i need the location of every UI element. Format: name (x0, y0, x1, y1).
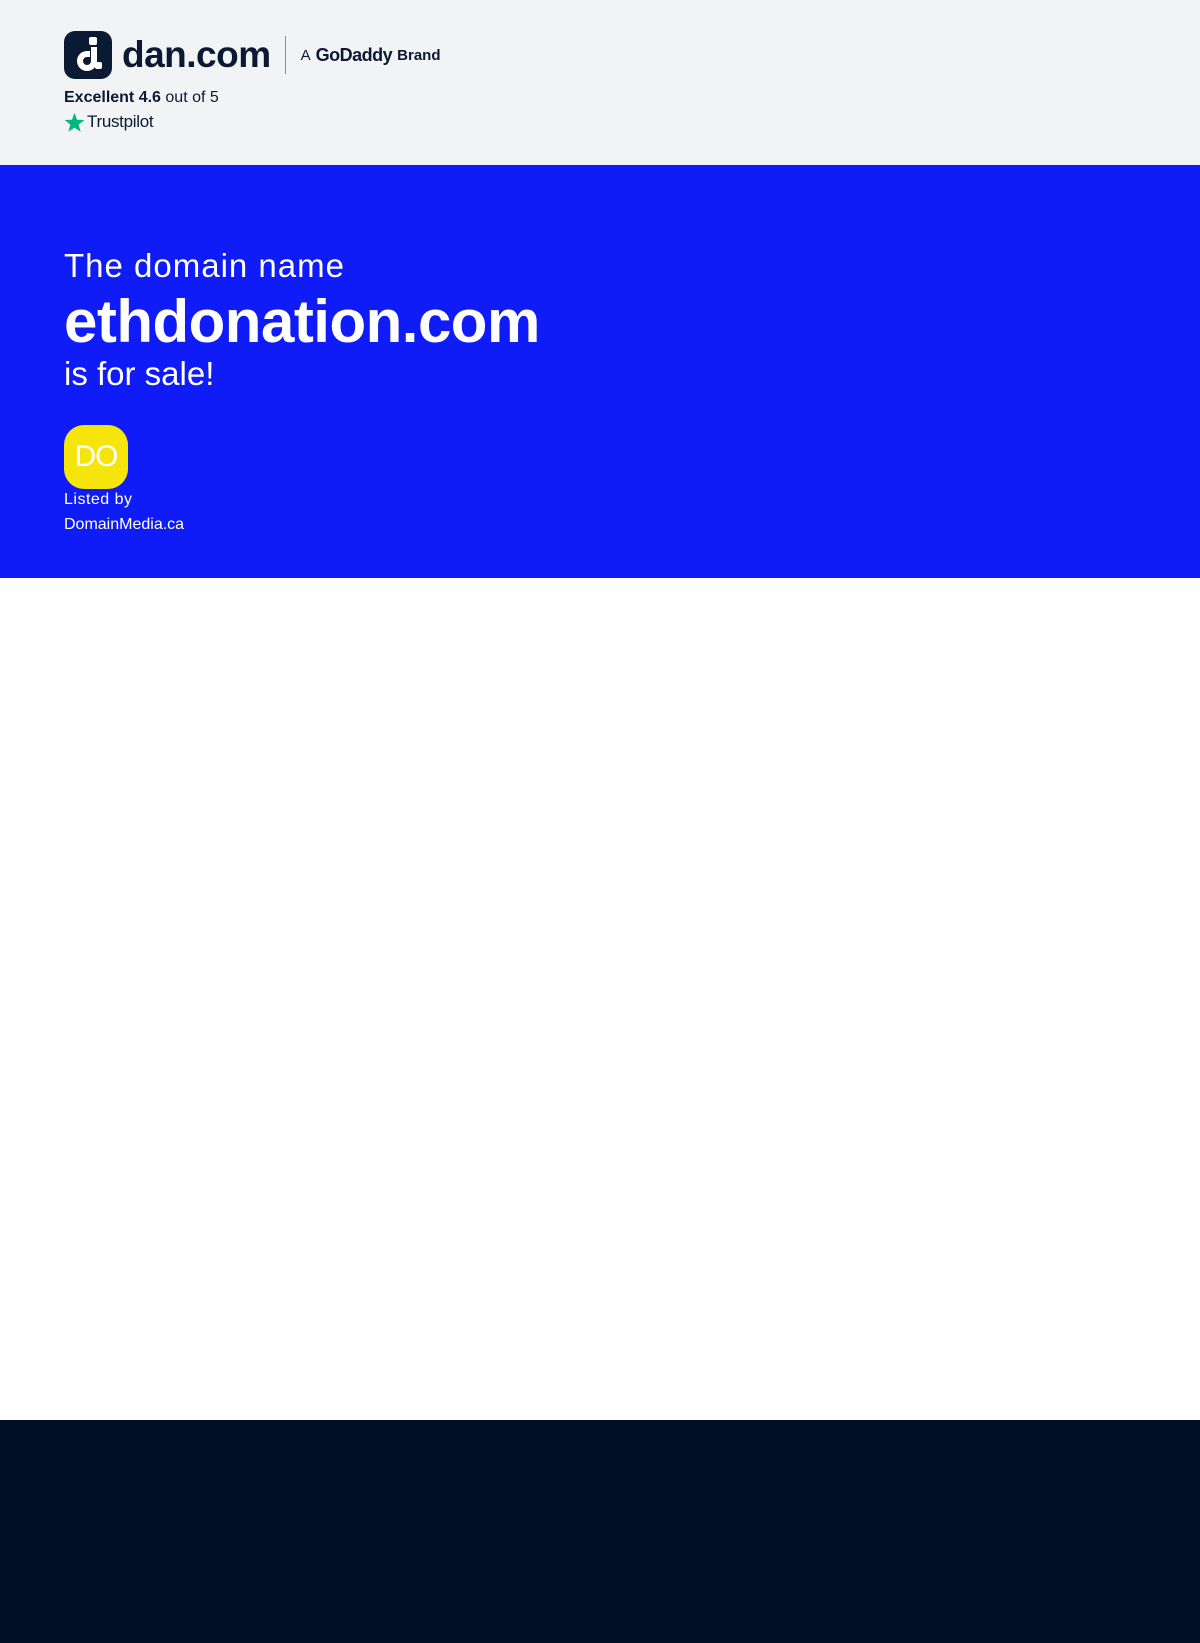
site-footer (0, 1420, 1200, 1643)
logo-divider (284, 36, 286, 74)
domain-name-heading: ethdonation.com (64, 288, 540, 355)
trustpilot-wordmark: Trustpilot (87, 112, 154, 131)
brand-logo[interactable]: dan.com A GoDaddy Brand (64, 30, 441, 80)
seller-avatar[interactable]: DO (64, 425, 128, 489)
brand-prefix: A (300, 46, 311, 64)
hero-banner: The domain name ethdonation.com is for s… (0, 165, 1200, 578)
listed-by-label: Listed by (64, 491, 133, 508)
godaddy-wordmark: GoDaddy (315, 44, 393, 65)
hero-intro: The domain name (64, 247, 345, 284)
hero-outro: is for sale! (64, 355, 215, 392)
dan-logo-icon (64, 31, 112, 79)
brand-suffix: Brand (397, 46, 441, 64)
site-header: dan.com A GoDaddy Brand Excellent 4.6 ou… (0, 0, 1200, 165)
rating-scale: out of 5 (165, 89, 219, 106)
logo-wordmark: dan.com (122, 34, 271, 75)
rating-score: Excellent 4.6 (64, 89, 161, 106)
trustpilot-rating[interactable]: Excellent 4.6 out of 5 (64, 89, 219, 107)
trustpilot-logo[interactable]: Trustpilot (64, 111, 154, 133)
seller-name[interactable]: DomainMedia.ca (64, 516, 184, 534)
main-content (0, 578, 1200, 1420)
trustpilot-star-icon (64, 112, 85, 132)
